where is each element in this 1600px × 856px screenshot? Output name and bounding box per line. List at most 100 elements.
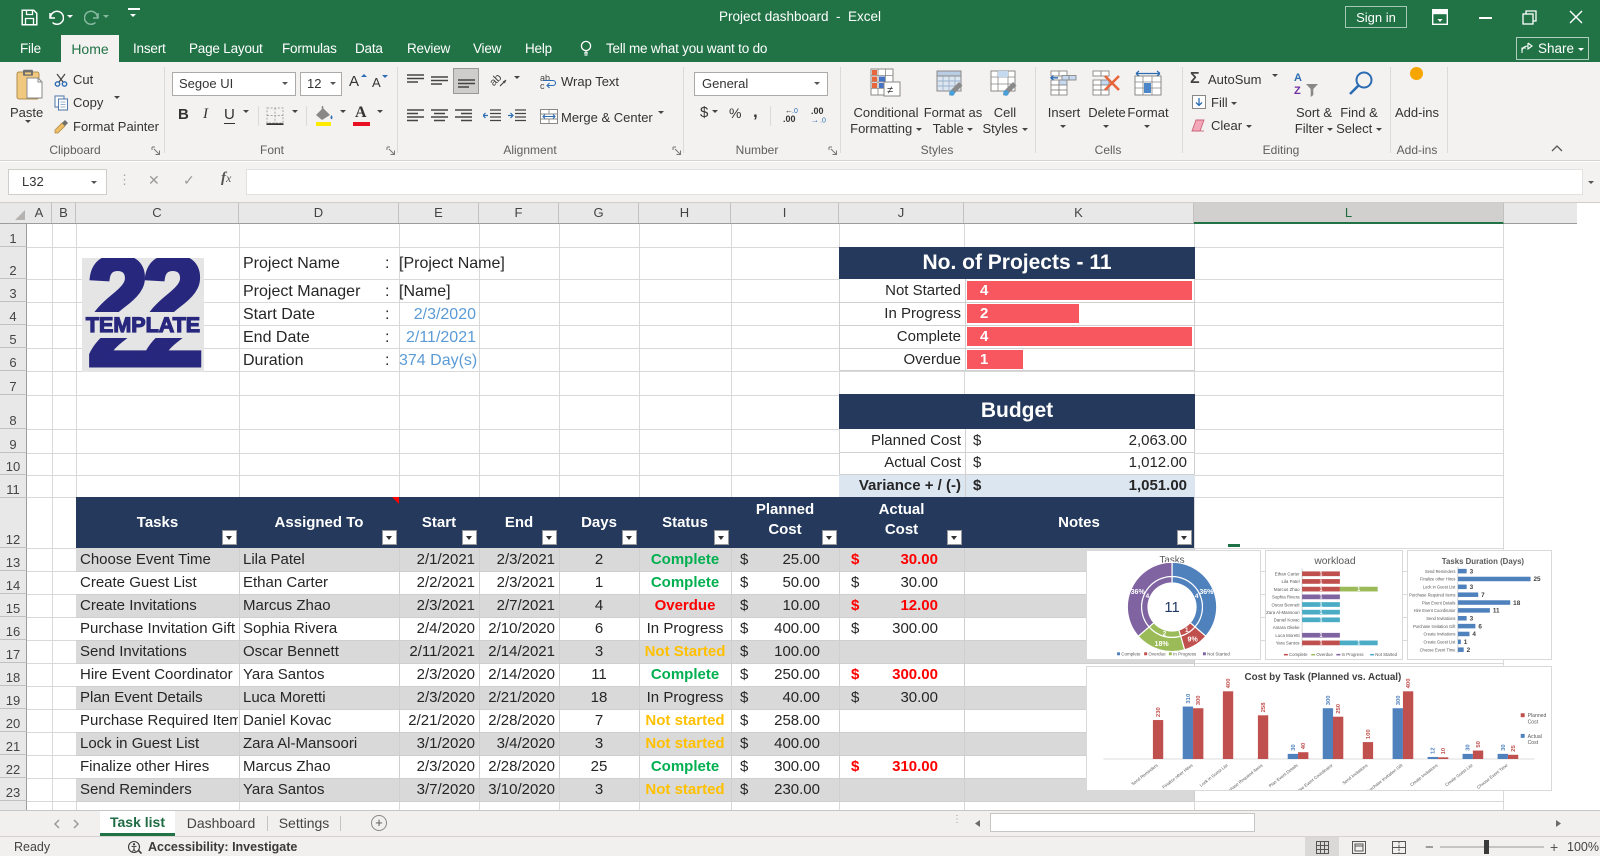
svg-text:In Progress: In Progress xyxy=(1173,651,1197,656)
svg-text:Tasks Duration (Days): Tasks Duration (Days) xyxy=(1442,557,1525,566)
svg-text:300: 300 xyxy=(1196,695,1202,706)
svg-text:1: 1 xyxy=(1320,641,1323,647)
svg-text:Lock in Guest List: Lock in Guest List xyxy=(1423,585,1457,590)
svg-text:12: 12 xyxy=(1431,747,1437,754)
svg-text:30: 30 xyxy=(1291,744,1297,751)
svg-text:Planned: Planned xyxy=(1528,713,1547,719)
svg-text:1: 1 xyxy=(1357,641,1360,647)
svg-text:Hire Event Coordinator: Hire Event Coordinator xyxy=(1296,762,1334,791)
svg-text:25: 25 xyxy=(1534,576,1542,583)
svg-text:In Progress: In Progress xyxy=(1341,652,1363,657)
svg-text:→: → xyxy=(811,116,819,125)
svg-text:Oscar Bennett: Oscar Bennett xyxy=(1271,602,1300,607)
svg-text:258: 258 xyxy=(1261,702,1267,713)
svg-text:Purchase Invitation Gift: Purchase Invitation Gift xyxy=(1413,624,1456,629)
svg-text:3: 3 xyxy=(1470,616,1474,623)
svg-text:7: 7 xyxy=(1481,592,1485,599)
svg-text:3: 3 xyxy=(1470,584,1474,591)
svg-text:Cost: Cost xyxy=(1528,720,1539,726)
svg-text:1: 1 xyxy=(1320,618,1323,624)
svg-text:.00: .00 xyxy=(811,106,824,116)
svg-text:36%: 36% xyxy=(1131,589,1146,596)
svg-text:Sophia Rivera: Sophia Rivera xyxy=(1272,595,1300,600)
svg-text:Send Reminders: Send Reminders xyxy=(1425,569,1456,574)
svg-text:25: 25 xyxy=(1511,745,1517,752)
svg-text:Not Started: Not Started xyxy=(1207,651,1230,656)
svg-text:Complete: Complete xyxy=(1121,651,1141,656)
svg-text:11: 11 xyxy=(1164,600,1179,616)
svg-text:18: 18 xyxy=(1513,600,1521,607)
svg-text:1: 1 xyxy=(1320,572,1323,578)
svg-text:300: 300 xyxy=(1326,695,1332,706)
svg-text:.00: .00 xyxy=(783,114,796,124)
svg-text:Amara Okeke: Amara Okeke xyxy=(1273,625,1300,630)
svg-text:6: 6 xyxy=(1478,623,1482,630)
svg-text:.0: .0 xyxy=(820,118,826,125)
svg-text:250: 250 xyxy=(1336,703,1342,714)
svg-text:Z: Z xyxy=(1294,85,1301,97)
svg-text:Lila Patel: Lila Patel xyxy=(1281,579,1299,584)
svg-text:2: 2 xyxy=(1467,647,1471,654)
svg-text:Not Started: Not Started xyxy=(1375,652,1397,657)
svg-text:c: c xyxy=(540,81,545,89)
svg-text:.0: .0 xyxy=(792,108,798,115)
svg-text:230: 230 xyxy=(1156,707,1162,718)
svg-text:A: A xyxy=(1294,72,1302,84)
svg-text:Send Invitations: Send Invitations xyxy=(1341,763,1368,786)
svg-text:workload: workload xyxy=(1313,556,1355,567)
svg-text:1: 1 xyxy=(1320,633,1323,639)
svg-text:Create Invitations: Create Invitations xyxy=(1409,763,1439,788)
svg-text:Overdue: Overdue xyxy=(1316,652,1333,657)
svg-text:Cost by Task (Planned vs. Actu: Cost by Task (Planned vs. Actual) xyxy=(1245,672,1402,683)
svg-text:1: 1 xyxy=(1320,595,1323,601)
svg-text:9%: 9% xyxy=(1188,636,1199,643)
svg-text:2: 2 xyxy=(1163,630,1167,637)
svg-text:ab: ab xyxy=(490,72,504,89)
svg-text:100: 100 xyxy=(1366,729,1372,740)
svg-text:Plan Event Details: Plan Event Details xyxy=(1422,600,1456,605)
svg-text:30: 30 xyxy=(1466,744,1472,751)
svg-text:Create Guest List: Create Guest List xyxy=(1423,640,1456,645)
svg-text:Purchase Required Items: Purchase Required Items xyxy=(1222,763,1263,791)
svg-text:Actual: Actual xyxy=(1528,734,1542,740)
svg-text:50: 50 xyxy=(1476,740,1482,747)
svg-text:Purchase Required Items: Purchase Required Items xyxy=(1409,592,1455,597)
svg-text:310: 310 xyxy=(1186,693,1192,704)
svg-text:1: 1 xyxy=(1357,587,1360,593)
svg-text:1: 1 xyxy=(1320,587,1323,593)
svg-text:Zara Al-Mansoori: Zara Al-Mansoori xyxy=(1266,610,1300,615)
svg-text:1: 1 xyxy=(1185,627,1189,634)
svg-text:11: 11 xyxy=(1493,608,1500,615)
svg-text:Create Invitations: Create Invitations xyxy=(1423,632,1455,637)
svg-text:≠: ≠ xyxy=(887,85,893,97)
svg-text:10: 10 xyxy=(1441,747,1447,754)
svg-text:Marcus Zhao: Marcus Zhao xyxy=(1274,587,1300,592)
svg-text:1: 1 xyxy=(1464,639,1468,646)
svg-text:Luca Moretti: Luca Moretti xyxy=(1275,633,1299,638)
svg-text:Lock in Guest List: Lock in Guest List xyxy=(1199,762,1230,788)
svg-text:4: 4 xyxy=(1146,593,1150,600)
svg-text:300: 300 xyxy=(1396,695,1402,706)
svg-text:1: 1 xyxy=(1320,602,1323,608)
svg-text:Send Reminders: Send Reminders xyxy=(1130,763,1158,787)
svg-text:40: 40 xyxy=(1301,742,1307,749)
svg-text:3: 3 xyxy=(1470,568,1474,575)
svg-text:Choose Event Time: Choose Event Time xyxy=(1476,762,1509,789)
svg-text:Plan Event Details: Plan Event Details xyxy=(1268,763,1299,789)
svg-text:Hire Event Coordinator: Hire Event Coordinator xyxy=(1414,608,1456,613)
svg-text:Complete: Complete xyxy=(1289,652,1308,657)
svg-text:Purchase Invitation Gift: Purchase Invitation Gift xyxy=(1365,762,1404,791)
svg-text:Cost: Cost xyxy=(1528,740,1539,746)
svg-text:1: 1 xyxy=(1320,579,1323,585)
svg-text:Overdue: Overdue xyxy=(1148,651,1166,656)
svg-text:4: 4 xyxy=(1195,593,1199,600)
svg-text:Daniel Kovac: Daniel Kovac xyxy=(1274,618,1301,623)
svg-text:400: 400 xyxy=(1226,678,1232,689)
svg-text:30: 30 xyxy=(1501,744,1507,751)
svg-text:Finalize other Hires: Finalize other Hires xyxy=(1161,763,1193,790)
svg-text:36%: 36% xyxy=(1199,589,1214,596)
svg-text:Ethan Carter: Ethan Carter xyxy=(1275,572,1301,577)
svg-text:1: 1 xyxy=(1320,610,1323,616)
svg-text:4: 4 xyxy=(1472,631,1476,638)
svg-text:Send Invitations: Send Invitations xyxy=(1426,616,1455,621)
